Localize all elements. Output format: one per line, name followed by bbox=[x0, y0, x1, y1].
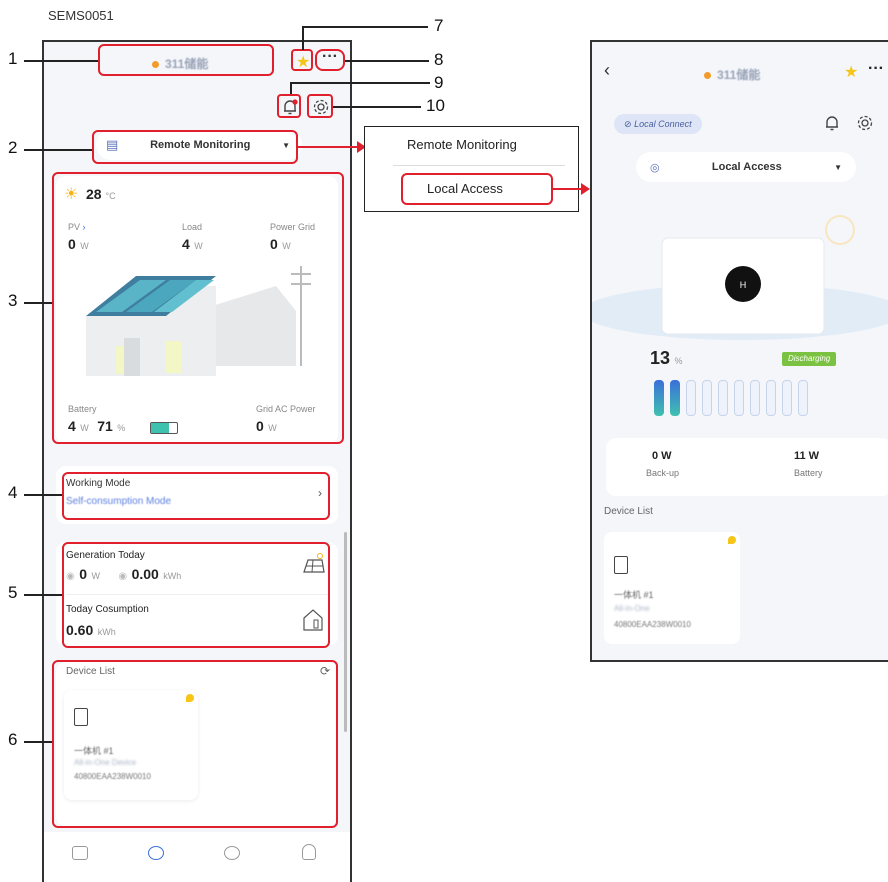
status-flag-icon-right bbox=[728, 536, 736, 544]
battery-bar bbox=[702, 380, 712, 416]
tab-devices-icon[interactable] bbox=[224, 846, 240, 860]
highlight-monitor-select bbox=[92, 130, 298, 164]
callout-4: 4 bbox=[8, 483, 18, 502]
document-code: SEMS0051 bbox=[48, 8, 114, 23]
access-mode-value: Local Access bbox=[711, 161, 782, 173]
highlight-device-list bbox=[52, 660, 338, 828]
monitoring-options-menu: Remote Monitoring Local Access bbox=[364, 126, 579, 212]
highlight-energy-card bbox=[52, 172, 344, 444]
link-icon: ⊘ bbox=[624, 119, 632, 129]
highlight-bell bbox=[277, 94, 301, 118]
callout-9-leader bbox=[290, 82, 292, 94]
local-connect-badge[interactable]: ⊘ Local Connect bbox=[614, 114, 702, 134]
battery-bar bbox=[750, 380, 760, 416]
more-menu-icon-right[interactable]: ··· bbox=[868, 60, 884, 78]
callout-10-line bbox=[333, 106, 421, 108]
device-hero-illustration: H bbox=[592, 215, 888, 340]
callout-8: 8 bbox=[434, 50, 444, 69]
power-summary-card: 0 W Back-up 11 W Battery bbox=[606, 438, 888, 496]
battery-power-label: Battery bbox=[794, 468, 823, 478]
chevron-down-icon-right: ▼ bbox=[834, 162, 842, 172]
device-icon-right bbox=[614, 556, 628, 574]
device-type-right: All-in-One bbox=[614, 604, 650, 613]
plant-title-right[interactable]: 311储能 bbox=[704, 66, 760, 83]
battery-bar bbox=[718, 380, 728, 416]
callout-7-line bbox=[302, 26, 428, 28]
callout-9-line bbox=[290, 82, 430, 84]
arrow-to-right-phone bbox=[552, 183, 590, 195]
soc-value: 13 % bbox=[650, 348, 683, 368]
callout-3: 3 bbox=[8, 291, 18, 310]
device-serial-right: 40800EAA238W0010 bbox=[614, 620, 691, 629]
callout-4-line bbox=[24, 494, 62, 496]
callout-2-line bbox=[24, 149, 92, 151]
discharging-badge: Discharging bbox=[782, 352, 837, 366]
highlight-more-menu bbox=[315, 49, 345, 71]
device-card-right[interactable]: 一体机 #1 All-in-One 40800EAA238W0010 bbox=[604, 532, 740, 644]
right-phone-screen: ‹ 311储能 ★ ··· ⊘ Local Connect ◎ Local Ac… bbox=[590, 40, 888, 662]
svg-text:H: H bbox=[740, 280, 747, 290]
access-mode-select[interactable]: ◎ Local Access ▼ bbox=[636, 152, 856, 182]
battery-bar bbox=[670, 380, 680, 416]
menu-option-local[interactable]: Local Access bbox=[427, 181, 503, 196]
tab-statistics-icon[interactable] bbox=[72, 846, 88, 860]
highlight-working-mode bbox=[62, 472, 330, 520]
tab-home-icon[interactable] bbox=[148, 846, 164, 860]
tab-profile-icon[interactable] bbox=[302, 844, 316, 860]
battery-bar bbox=[734, 380, 744, 416]
callout-5-line bbox=[24, 594, 62, 596]
bottom-tab-bar bbox=[44, 832, 350, 882]
highlight-gear bbox=[307, 94, 333, 118]
menu-divider bbox=[393, 165, 565, 166]
battery-bar bbox=[654, 380, 664, 416]
callout-10: 10 bbox=[426, 96, 445, 115]
status-dot-right bbox=[704, 72, 711, 80]
settings-gear-icon-right[interactable] bbox=[856, 114, 874, 132]
callout-6: 6 bbox=[8, 730, 18, 749]
bell-icon-right[interactable] bbox=[824, 114, 840, 132]
arrow-to-menu bbox=[298, 141, 366, 153]
menu-option-remote[interactable]: Remote Monitoring bbox=[407, 137, 517, 152]
callout-6-line bbox=[24, 741, 52, 743]
callout-1-line bbox=[24, 60, 98, 62]
backup-value: 0 W bbox=[652, 450, 672, 462]
highlight-plant-title bbox=[98, 44, 274, 76]
callout-7: 7 bbox=[434, 16, 444, 35]
battery-bar bbox=[782, 380, 792, 416]
battery-bar bbox=[766, 380, 776, 416]
battery-power-value: 11 W bbox=[794, 450, 820, 462]
favorite-star-icon-right[interactable]: ★ bbox=[844, 62, 858, 82]
callout-9: 9 bbox=[434, 73, 444, 92]
device-list-title-right: Device List bbox=[604, 506, 653, 517]
battery-bar bbox=[798, 380, 808, 416]
scrollbar[interactable] bbox=[344, 532, 347, 732]
callout-7-leader bbox=[302, 26, 304, 50]
callout-1: 1 bbox=[8, 49, 18, 68]
battery-bar bbox=[686, 380, 696, 416]
callout-3-line bbox=[24, 302, 52, 304]
device-name-right: 一体机 #1 bbox=[614, 590, 654, 600]
callout-2: 2 bbox=[8, 138, 18, 157]
back-arrow-icon[interactable]: ‹ bbox=[604, 60, 610, 81]
callout-8-line bbox=[345, 60, 429, 62]
callout-5: 5 bbox=[8, 583, 18, 602]
highlight-generation bbox=[62, 542, 330, 648]
local-access-icon: ◎ bbox=[650, 161, 660, 174]
highlight-favorite bbox=[291, 49, 313, 71]
backup-label: Back-up bbox=[646, 468, 680, 478]
